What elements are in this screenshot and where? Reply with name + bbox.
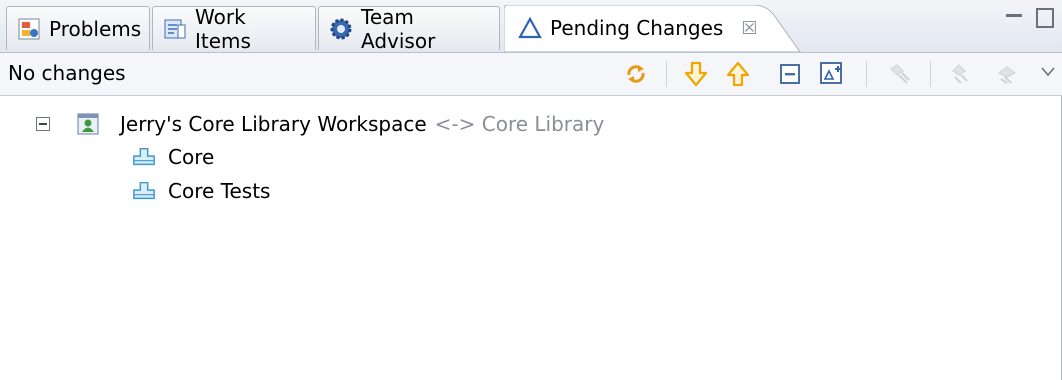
tree-row-component[interactable]: Core: [132, 142, 214, 172]
tree-row-component[interactable]: Core Tests: [132, 176, 270, 206]
workspace-icon: [76, 112, 100, 136]
collapse-toggle-icon[interactable]: [36, 117, 50, 131]
work-items-icon: [163, 17, 187, 41]
workspace-flow-target: <-> Core Library: [434, 112, 605, 136]
view-toolbar: No changes: [0, 53, 1062, 96]
collapse-all-icon[interactable]: [776, 60, 804, 88]
disabled-action-icon[interactable]: [994, 60, 1022, 88]
component-label: Core: [168, 145, 215, 169]
minimize-view-icon[interactable]: [1006, 14, 1022, 17]
close-tab-icon[interactable]: ☒: [741, 18, 757, 39]
tab-label: Problems: [49, 16, 142, 41]
accept-incoming-icon[interactable]: [682, 60, 710, 88]
component-label: Core Tests: [168, 179, 271, 203]
expand-all-icon[interactable]: [818, 60, 846, 88]
toolbar-separator: [930, 61, 931, 87]
pending-changes-view: Problems Work Items Team Advisor Pending…: [0, 0, 1062, 380]
component-icon: [132, 145, 156, 169]
tab-label: Work Items: [195, 4, 251, 53]
pending-changes-tree: Jerry's Core Library Workspace <-> Core …: [0, 96, 1062, 380]
maximize-view-icon[interactable]: [1036, 8, 1054, 28]
component-icon: [132, 179, 156, 203]
gear-icon: [329, 17, 353, 41]
tab-pending-changes[interactable]: Pending Changes ☒: [508, 6, 778, 50]
tab-team-advisor[interactable]: Team Advisor: [318, 4, 500, 53]
tree-row-workspace[interactable]: Jerry's Core Library Workspace <-> Core …: [36, 109, 604, 139]
tab-label: Pending Changes: [550, 16, 724, 40]
toolbar-separator: [666, 61, 667, 87]
delta-icon: [518, 16, 542, 40]
deliver-outgoing-icon[interactable]: [724, 60, 752, 88]
refresh-icon[interactable]: [622, 60, 650, 88]
workspace-label: Jerry's Core Library Workspace: [120, 112, 427, 136]
disabled-action-icon[interactable]: [946, 60, 974, 88]
status-text: No changes: [8, 61, 126, 85]
tab-label: Team Advisor: [361, 4, 436, 53]
view-menu-chevron-down-icon[interactable]: [1040, 63, 1056, 82]
view-tab-bar: Problems Work Items Team Advisor Pending…: [0, 0, 1062, 53]
tab-problems[interactable]: Problems: [6, 6, 150, 50]
toolbar-separator: [866, 61, 867, 87]
disabled-action-icon[interactable]: [886, 60, 914, 88]
problems-icon: [17, 17, 41, 41]
tab-work-items[interactable]: Work Items: [152, 4, 316, 53]
